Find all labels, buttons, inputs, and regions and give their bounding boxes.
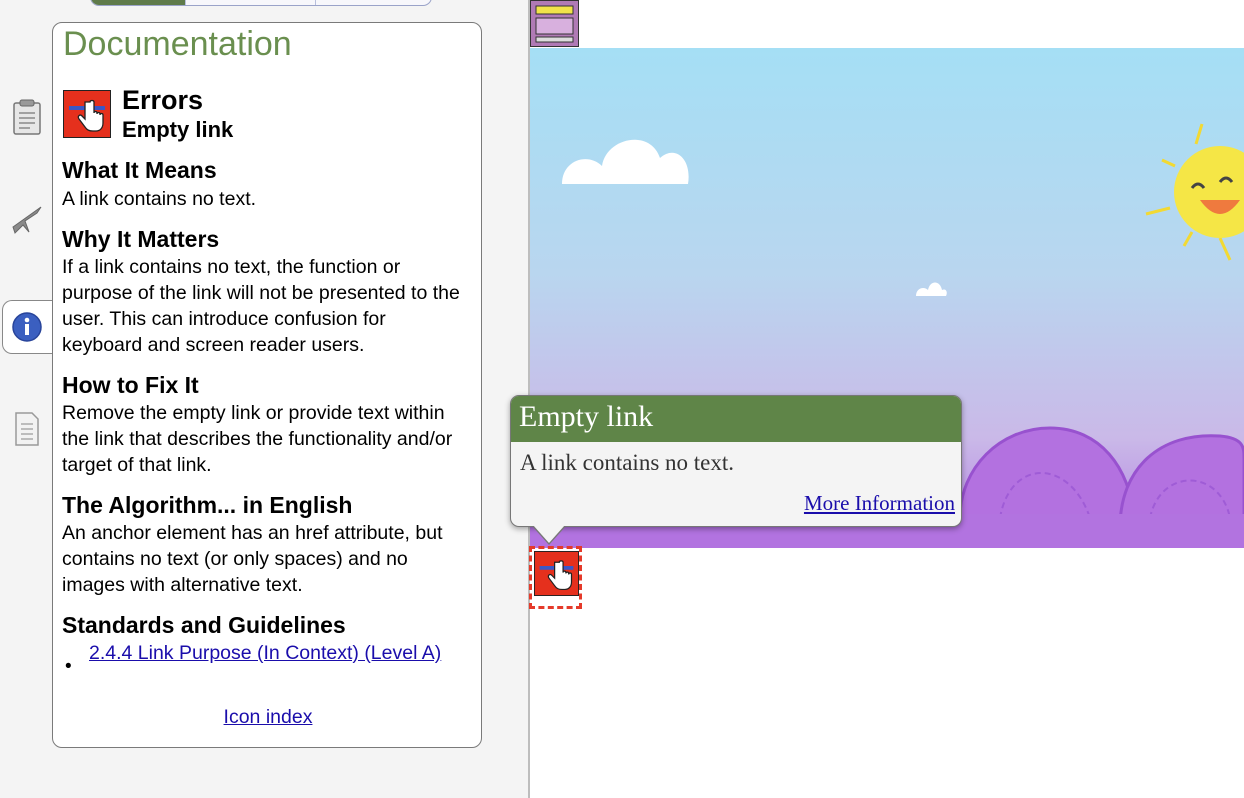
empty-link-error-icon[interactable] <box>534 551 579 596</box>
top-tab-separator <box>185 0 186 5</box>
page-thumbnail-icon <box>530 0 579 47</box>
section-heading: Why It Matters <box>62 226 220 252</box>
tooltip-header: Empty link <box>511 396 961 442</box>
section-heading: How to Fix It <box>62 372 199 398</box>
section-body: A link contains no text. <box>62 188 257 210</box>
section-body: An anchor element has an href attribute,… <box>62 522 443 596</box>
icon-index-link[interactable]: Icon index <box>53 706 483 729</box>
standards-link[interactable]: 2.4.4 Link Purpose (In Context) (Level A… <box>89 640 469 666</box>
section-body: If a link contains no text, the function… <box>62 256 460 356</box>
error-name: Empty link <box>122 117 234 142</box>
sidebar-top-tabs[interactable] <box>90 0 432 6</box>
sun-icon <box>1145 123 1244 261</box>
section-body: Remove the empty link or provide text wi… <box>62 402 453 476</box>
empty-link-error-icon <box>63 90 111 138</box>
bullet-point: • <box>65 656 72 677</box>
wave-sidebar: Documentation Errors Empty link What It … <box>0 0 528 798</box>
airplane-icon <box>12 206 42 234</box>
tooltip-title: Empty link <box>519 400 654 433</box>
tooltip-arrow <box>533 525 565 543</box>
documentation-title: Documentation <box>63 25 292 63</box>
details-tab[interactable] <box>8 308 46 346</box>
navigation-tab[interactable] <box>8 200 46 238</box>
more-information-link[interactable]: More Information <box>804 491 955 516</box>
top-tab-separator <box>315 0 316 5</box>
documentation-panel: Documentation Errors Empty link What It … <box>52 22 482 748</box>
structure-tab[interactable] <box>8 410 46 448</box>
section-heading: The Algorithm... in English <box>62 492 353 518</box>
top-tab-active[interactable] <box>91 0 185 5</box>
tooltip-description: A link contains no text. <box>520 450 735 475</box>
error-category: Errors <box>122 85 204 115</box>
section-heading: Standards and Guidelines <box>62 612 346 638</box>
info-icon <box>12 312 42 342</box>
error-marker[interactable] <box>529 546 582 609</box>
section-heading: What It Means <box>62 157 217 183</box>
error-tooltip: Empty link A link contains no text. More… <box>510 395 962 545</box>
summary-tab[interactable] <box>8 98 46 136</box>
document-list-icon <box>15 412 39 446</box>
clipboard-icon <box>13 99 41 135</box>
